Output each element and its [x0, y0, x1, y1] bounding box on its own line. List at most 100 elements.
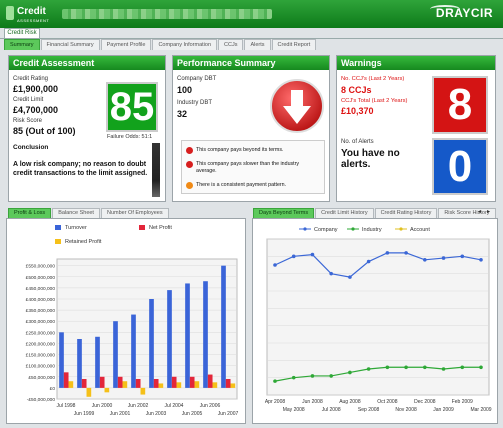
point-industry [366, 367, 371, 371]
point-industry [273, 379, 277, 383]
legend-marker [399, 227, 403, 231]
legend-label: Account [410, 227, 430, 233]
bar-turnover [77, 339, 82, 388]
bar-turnover [185, 283, 190, 388]
brand-swoosh-icon [429, 5, 460, 13]
bar-turnover [59, 332, 64, 388]
blurred-company-name [62, 9, 272, 19]
x-tick-label: Jun 2001 [110, 411, 131, 417]
x-tick-label: Jun 2006 [200, 403, 221, 409]
point-company [385, 251, 390, 255]
days-beyond-terms-panel: Company Industry Account Apr 2008 Jun 2008 Au… [252, 218, 498, 424]
legend-label: Company [314, 227, 338, 233]
bar-turnover [167, 290, 172, 388]
x-tick-label: Jul 2004 [165, 403, 184, 409]
logo-mark-icon [6, 6, 14, 20]
tab-balance-sheet[interactable]: Balance Sheet [52, 208, 100, 218]
y-tick-label: £550,000,000 [26, 264, 56, 270]
alerts-text: You have no alerts. [341, 148, 400, 170]
point-industry [479, 365, 483, 370]
industry-dbt-label: Industry DBT [177, 100, 213, 106]
credit-limit-label: Credit Limit [13, 97, 44, 103]
point-company [291, 254, 296, 259]
x-tick-label: Jun 2003 [146, 411, 167, 417]
x-tick-label: Jun 2008 [302, 399, 323, 405]
bar-net-profit [117, 376, 123, 388]
risk-score-label: Risk Score [13, 118, 43, 124]
x-tick-label: Jun 1999 [74, 411, 95, 417]
note-3: There is a consistent payment pattern. [196, 182, 287, 188]
tab-financial-summary[interactable]: Financial Summary [40, 39, 100, 50]
bar-retained-profit [158, 383, 164, 388]
y-tick-label: £100,000,000 [26, 364, 56, 370]
main-tabs: Summary Financial Summary Payment Profil… [4, 39, 317, 51]
tab-summary[interactable]: Summary [4, 39, 40, 50]
company-dbt-value: 100 [177, 85, 193, 95]
bar-retained-profit [122, 381, 128, 388]
bar-net-profit [99, 376, 105, 388]
right-chart-tabs: Days Beyond Terms Credit Limit History C… [253, 208, 497, 218]
app-logo: Credit ASSESSMENT [6, 4, 52, 24]
tab-credit-report[interactable]: Credit Report [271, 39, 317, 50]
company-dbt-label: Company DBT [177, 76, 217, 82]
ccj-total-label: CCJ's Total (Last 2 Years) [341, 98, 408, 104]
y-tick-label: £150,000,000 [26, 353, 56, 359]
bar-net-profit [189, 376, 195, 388]
tab-payment-profile[interactable]: Payment Profile [100, 39, 152, 50]
bar-retained-profit [86, 387, 92, 397]
failure-odds: Failure Odds: 51:1 [107, 134, 153, 140]
bar-turnover [95, 336, 100, 388]
point-company [460, 254, 465, 259]
bar-turnover [113, 321, 118, 388]
y-tick-label: £300,000,000 [26, 319, 56, 325]
bar-retained-profit [176, 382, 182, 388]
tab-number-of-employees[interactable]: Number Of Employees [100, 208, 169, 218]
tab-company-information[interactable]: Company Information [152, 39, 218, 50]
point-company [348, 275, 352, 279]
bar-retained-profit [104, 387, 110, 393]
bar-retained-profit [68, 381, 74, 388]
warnings-title: Warnings [337, 56, 495, 70]
risk-score-value: 85 (Out of 100) [13, 126, 76, 136]
y-tick-label: £50,000,000 [28, 375, 55, 381]
tab-ccjs[interactable]: CCJs [218, 39, 244, 50]
tab-scroll-left-icon[interactable]: ◂ [478, 208, 481, 215]
tab-profit-loss[interactable]: Profit & Loss [8, 208, 52, 218]
bar-net-profit [81, 379, 87, 388]
orange-circle-icon [186, 182, 193, 189]
x-tick-label: Jun 2000 [92, 403, 113, 409]
tab-credit-risk[interactable]: Credit Risk [4, 28, 40, 38]
x-tick-label: Apr 2008 [265, 399, 286, 405]
performance-summary-title: Performance Summary [173, 56, 329, 70]
credit-assessment-title: Credit Assessment [9, 56, 165, 70]
bar-turnover [149, 299, 154, 388]
tab-days-beyond-terms[interactable]: Days Beyond Terms [253, 208, 315, 218]
note-1: This company pays beyond its terms. [196, 147, 284, 153]
down-arrow-icon [270, 79, 324, 133]
tab-credit-rating-history[interactable]: Credit Rating History [374, 208, 438, 218]
x-tick-label: Jul 2008 [322, 407, 341, 413]
tab-alerts[interactable]: Alerts [244, 39, 271, 50]
red-circle-icon [186, 161, 193, 168]
y-tick-label: £500,000,000 [26, 275, 56, 281]
x-tick-label: Jan 2009 [433, 407, 454, 413]
bar-net-profit [153, 379, 159, 388]
brand-logo: DRAYCIR [429, 5, 493, 20]
payment-notes-box: This company pays beyond its terms. This… [181, 140, 325, 194]
ccj-total-value: £10,370 [341, 106, 374, 116]
point-industry [291, 375, 296, 380]
point-company [441, 256, 446, 260]
score-gauge [152, 143, 160, 197]
tab-credit-limit-history[interactable]: Credit Limit History [315, 208, 374, 218]
y-tick-label: £350,000,000 [26, 308, 56, 314]
tab-scroll-right-icon[interactable]: ▸ [487, 208, 490, 215]
x-tick-label: Jun 2007 [218, 411, 239, 417]
bar-retained-profit [230, 383, 236, 388]
point-industry [310, 374, 315, 378]
bar-net-profit [63, 372, 69, 388]
point-company [310, 252, 315, 257]
point-industry [385, 365, 390, 370]
point-company [479, 258, 483, 262]
warnings-panel: Warnings No. CCJ's (Last 2 Years) 8 CCJs… [336, 55, 496, 202]
red-circle-icon [186, 147, 193, 154]
